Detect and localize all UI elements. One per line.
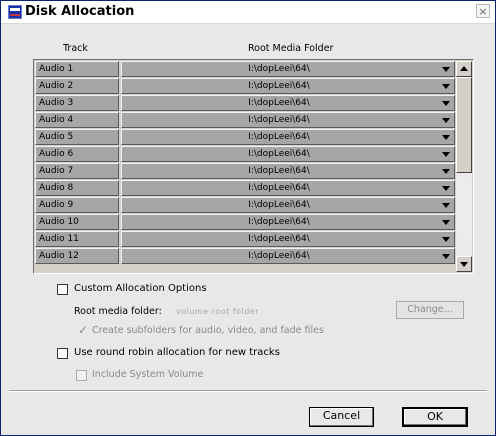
create-subfolders-label: Create subfolders for audio, video, and … (92, 325, 324, 336)
track-name-cell: Audio 6 (35, 146, 119, 162)
column-header-root-media-folder: Root Media Folder (248, 43, 334, 54)
dropdown-arrow-icon (442, 118, 450, 123)
track-name-cell: Audio 8 (35, 180, 119, 196)
folder-dropdown[interactable]: I:\dopLeei\64\ (121, 180, 455, 196)
folder-path: I:\dopLeei\64\ (248, 251, 310, 261)
dropdown-arrow-icon (442, 169, 450, 174)
table-row: Audio 3 I:\dopLeei\64\ (35, 95, 455, 112)
folder-path: I:\dopLeei\64\ (248, 166, 310, 176)
folder-path: I:\dopLeei\64\ (248, 81, 310, 91)
table-row: Audio 8 I:\dopLeei\64\ (35, 180, 455, 197)
root-media-folder-label: Root media folder: (74, 306, 162, 317)
checkmark-icon: ✓ (78, 323, 89, 337)
table-row: Audio 9 I:\dopLeei\64\ (35, 197, 455, 214)
column-header-track: Track (63, 43, 88, 54)
scroll-down-button[interactable] (456, 256, 472, 272)
arrow-down-icon (460, 262, 468, 267)
round-robin-checkbox[interactable] (57, 348, 68, 359)
folder-dropdown[interactable]: I:\dopLeei\64\ (121, 231, 455, 247)
table-row: Audio 11 I:\dopLeei\64\ (35, 231, 455, 248)
dropdown-arrow-icon (442, 203, 450, 208)
include-system-volume-checkbox[interactable] (76, 370, 87, 381)
folder-path: I:\dopLeei\64\ (248, 234, 310, 244)
track-name-cell: Audio 10 (35, 214, 119, 230)
table-row: Audio 10 I:\dopLeei\64\ (35, 214, 455, 231)
folder-path: I:\dopLeei\64\ (248, 183, 310, 193)
track-name-cell: Audio 3 (35, 95, 119, 111)
folder-dropdown[interactable]: I:\dopLeei\64\ (121, 146, 455, 162)
close-button[interactable]: × (476, 4, 490, 18)
folder-dropdown[interactable]: I:\dopLeei\64\ (121, 248, 455, 264)
track-name-cell: Audio 9 (35, 197, 119, 213)
table-row: Audio 12 I:\dopLeei\64\ (35, 248, 455, 265)
dropdown-arrow-icon (442, 84, 450, 89)
scrollbar-thumb[interactable] (456, 77, 472, 173)
table-row: Audio 6 I:\dopLeei\64\ (35, 146, 455, 163)
track-allocation-table: Audio 1 I:\dopLeei\64\ Audio 2 I:\dopLeei\… (33, 59, 474, 274)
table-row: Audio 2 I:\dopLeei\64\ (35, 78, 455, 95)
folder-path: I:\dopLeei\64\ (248, 149, 310, 159)
folder-path: I:\dopLeei\64\ (248, 64, 310, 74)
round-robin-label: Use round robin allocation for new track… (74, 347, 280, 358)
folder-dropdown[interactable]: I:\dopLeei\64\ (121, 95, 455, 111)
folder-path: I:\dopLeei\64\ (248, 115, 310, 125)
track-name-cell: Audio 4 (35, 112, 119, 128)
folder-dropdown[interactable]: I:\dopLeei\64\ (121, 129, 455, 145)
app-icon (8, 5, 22, 19)
track-name-cell: Audio 7 (35, 163, 119, 179)
track-name-cell: Audio 12 (35, 248, 119, 264)
arrow-up-icon (460, 66, 468, 71)
dropdown-arrow-icon (442, 186, 450, 191)
cancel-button[interactable]: Cancel (309, 407, 374, 427)
folder-dropdown[interactable]: I:\dopLeei\64\ (121, 214, 455, 230)
custom-allocation-label: Custom Allocation Options (74, 283, 207, 294)
folder-dropdown[interactable]: I:\dopLeei\64\ (121, 61, 455, 77)
dropdown-arrow-icon (442, 254, 450, 259)
table-row: Audio 7 I:\dopLeei\64\ (35, 163, 455, 180)
table-row: Audio 4 I:\dopLeei\64\ (35, 112, 455, 129)
root-media-folder-value: volume root folder (176, 307, 259, 316)
table-row: Audio 1 I:\dopLeei\64\ (35, 61, 455, 78)
ok-button[interactable]: OK (402, 407, 468, 427)
folder-path: I:\dopLeei\64\ (248, 217, 310, 227)
track-name-cell: Audio 5 (35, 129, 119, 145)
title-bar: Disk Allocation × (1, 1, 495, 24)
folder-path: I:\dopLeei\64\ (248, 200, 310, 210)
track-name-cell: Audio 1 (35, 61, 119, 77)
folder-dropdown[interactable]: I:\dopLeei\64\ (121, 163, 455, 179)
folder-dropdown[interactable]: I:\dopLeei\64\ (121, 112, 455, 128)
track-name-cell: Audio 2 (35, 78, 119, 94)
disk-allocation-dialog: Disk Allocation × Track Root Media Folde… (0, 0, 496, 436)
dropdown-arrow-icon (442, 135, 450, 140)
dropdown-arrow-icon (442, 67, 450, 72)
folder-path: I:\dopLeei\64\ (248, 132, 310, 142)
folder-dropdown[interactable]: I:\dopLeei\64\ (121, 78, 455, 94)
folder-path: I:\dopLeei\64\ (248, 98, 310, 108)
vertical-scrollbar[interactable] (456, 61, 472, 272)
scroll-up-button[interactable] (456, 61, 472, 77)
dropdown-arrow-icon (442, 101, 450, 106)
window-title: Disk Allocation (25, 4, 135, 19)
divider (9, 390, 487, 392)
dropdown-arrow-icon (442, 152, 450, 157)
folder-dropdown[interactable]: I:\dopLeei\64\ (121, 197, 455, 213)
custom-allocation-checkbox[interactable] (57, 284, 68, 295)
table-row: Audio 5 I:\dopLeei\64\ (35, 129, 455, 146)
include-system-volume-label: Include System Volume (92, 369, 204, 380)
change-button[interactable]: Change... (396, 301, 464, 319)
dropdown-arrow-icon (442, 220, 450, 225)
track-name-cell: Audio 11 (35, 231, 119, 247)
dropdown-arrow-icon (442, 237, 450, 242)
